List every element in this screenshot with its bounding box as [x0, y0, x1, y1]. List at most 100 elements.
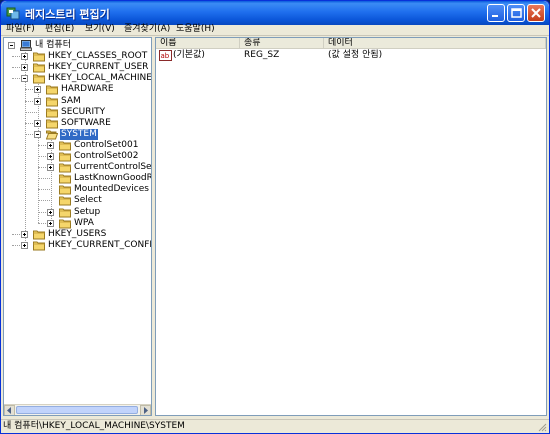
- tree-node[interactable]: Setup: [4, 207, 151, 218]
- expand-plus-icon[interactable]: [21, 64, 28, 72]
- arrow-right-icon: [144, 407, 148, 414]
- expand-plus-icon[interactable]: [47, 208, 54, 216]
- folder-icon: [33, 229, 45, 240]
- folder-icon: [59, 207, 71, 218]
- tree-node[interactable]: HKEY_LOCAL_MACHINE: [4, 73, 151, 84]
- tree-node[interactable]: WPA: [4, 218, 151, 229]
- menu-favorites[interactable]: 즐겨찾기(A): [122, 23, 172, 36]
- tree-node[interactable]: Select: [4, 195, 151, 206]
- tree-node[interactable]: SECURITY: [4, 107, 151, 118]
- resize-grip-icon[interactable]: [537, 422, 547, 432]
- menu-edit[interactable]: 편집(E): [43, 23, 76, 36]
- folder-icon: [33, 73, 45, 84]
- folder-icon: [59, 162, 71, 173]
- regedit-app-icon: [6, 7, 20, 20]
- folder-icon: [59, 173, 71, 184]
- tree-node-label: HKEY_CLASSES_ROOT: [48, 51, 148, 62]
- tree-node[interactable]: MountedDevices: [4, 184, 151, 195]
- column-header-data[interactable]: 데이터: [324, 38, 546, 49]
- tree-node-label: Select: [74, 195, 102, 206]
- collapse-minus-icon[interactable]: [8, 42, 15, 49]
- tree-node[interactable]: CurrentControlSet: [4, 162, 151, 173]
- status-path: 내 컴퓨터\HKEY_LOCAL_MACHINE\SYSTEM: [3, 421, 185, 431]
- value-type: REG_SZ: [244, 50, 280, 60]
- tree-node-label: HKEY_CURRENT_USER: [48, 62, 149, 73]
- folder-icon: [59, 218, 71, 229]
- values-list-pane[interactable]: 이름 종류 데이터 ab (기본값) REG_SZ (값 설정 안됨): [155, 37, 547, 416]
- column-header-name[interactable]: 이름: [156, 38, 240, 49]
- maximize-icon: [511, 8, 522, 18]
- expand-plus-icon[interactable]: [47, 153, 54, 160]
- tree-node[interactable]: LastKnownGoodRec: [4, 173, 151, 184]
- window-title: 레지스트리 편집기: [25, 8, 110, 21]
- tree-node-label: HARDWARE: [61, 84, 114, 95]
- expand-plus-icon[interactable]: [21, 230, 28, 238]
- tree-node-label: MountedDevices: [74, 184, 149, 195]
- tree-node[interactable]: 내 컴퓨터: [4, 40, 151, 51]
- tree-horizontal-scrollbar[interactable]: [4, 404, 151, 415]
- menu-file[interactable]: 파일(F): [4, 23, 37, 36]
- tree-node-label: HKEY_LOCAL_MACHINE: [48, 73, 152, 84]
- registry-editor-window: 레지스트리 편집기 파일(F) 편집(E) 보기(V) 즐겨찾기(A) 도움말(…: [0, 0, 550, 434]
- tree-node[interactable]: HKEY_CURRENT_CONFIG: [4, 240, 151, 251]
- folder-icon: [46, 118, 58, 129]
- tree-node-label: 내 컴퓨터: [35, 40, 71, 50]
- folder-icon: [46, 107, 58, 118]
- key-tree-pane[interactable]: 내 컴퓨터 HKEY_CLASSES_ROOT HKEY_CURRENT_USER H…: [3, 37, 152, 416]
- arrow-left-icon: [7, 407, 11, 414]
- value-row[interactable]: ab (기본값) REG_SZ (값 설정 안됨): [156, 50, 546, 61]
- tree-node-label: CurrentControlSet: [74, 162, 152, 173]
- tree-node-label: SYSTEM: [60, 128, 98, 140]
- scroll-thumb[interactable]: [16, 406, 138, 414]
- tree-node[interactable]: HKEY_CLASSES_ROOT: [4, 51, 151, 62]
- expand-plus-icon[interactable]: [34, 97, 41, 105]
- tree-node-label: HKEY_CURRENT_CONFIG: [48, 239, 152, 250]
- folder-icon: [59, 151, 71, 162]
- menu-view[interactable]: 보기(V): [83, 23, 117, 36]
- tree-node[interactable]: HKEY_USERS: [4, 229, 151, 240]
- collapse-minus-icon[interactable]: [34, 130, 41, 138]
- tree-node[interactable]: SAM: [4, 96, 151, 107]
- folder-icon: [59, 195, 71, 206]
- folder-icon: [33, 240, 45, 251]
- collapse-minus-icon[interactable]: [21, 75, 28, 83]
- value-data: (값 설정 안됨): [328, 50, 383, 60]
- folder-icon: [46, 96, 58, 107]
- expand-plus-icon[interactable]: [47, 141, 54, 149]
- tree-node-label: ControlSet002: [74, 151, 139, 161]
- tree-node[interactable]: HKEY_CURRENT_USER: [4, 62, 151, 73]
- column-header-type[interactable]: 종류: [240, 38, 324, 49]
- svg-text:ab: ab: [161, 52, 170, 60]
- scroll-left-button[interactable]: [4, 405, 15, 415]
- expand-plus-icon[interactable]: [34, 86, 41, 94]
- minimize-button[interactable]: [487, 4, 505, 22]
- menu-bar: 파일(F) 편집(E) 보기(V) 즐겨찾기(A) 도움말(H): [1, 23, 549, 36]
- tree-node-label: LastKnownGoodRec: [74, 173, 152, 184]
- maximize-button[interactable]: [507, 4, 525, 22]
- tree-node[interactable]: SYSTEM: [4, 128, 151, 140]
- folder-icon: [33, 51, 45, 62]
- expand-plus-icon[interactable]: [21, 241, 28, 249]
- title-bar[interactable]: 레지스트리 편집기: [1, 1, 549, 25]
- computer-icon: [20, 40, 32, 51]
- expand-plus-icon[interactable]: [21, 53, 28, 61]
- expand-plus-icon[interactable]: [47, 164, 54, 172]
- tree-node-label: Setup: [74, 206, 101, 217]
- folder-icon: [33, 62, 45, 73]
- tree-node[interactable]: ControlSet002: [4, 151, 151, 162]
- tree-node-label: ControlSet001: [74, 139, 139, 150]
- close-icon: [531, 8, 541, 18]
- tree-node-label: HKEY_USERS: [48, 228, 107, 239]
- close-button[interactable]: [527, 4, 545, 22]
- expand-plus-icon[interactable]: [34, 119, 41, 127]
- scroll-right-button[interactable]: [140, 405, 151, 415]
- menu-help[interactable]: 도움말(H): [174, 23, 217, 36]
- tree-node[interactable]: HARDWARE: [4, 84, 151, 95]
- expand-plus-icon[interactable]: [47, 219, 54, 227]
- status-bar: 내 컴퓨터\HKEY_LOCAL_MACHINE\SYSTEM: [1, 419, 549, 433]
- tree-node[interactable]: ControlSet001: [4, 140, 151, 151]
- tree-node[interactable]: SOFTWARE: [4, 118, 151, 129]
- tree-node-label: SAM: [61, 95, 81, 106]
- folder-icon: [46, 84, 58, 95]
- tree-node-label: SOFTWARE: [61, 117, 111, 128]
